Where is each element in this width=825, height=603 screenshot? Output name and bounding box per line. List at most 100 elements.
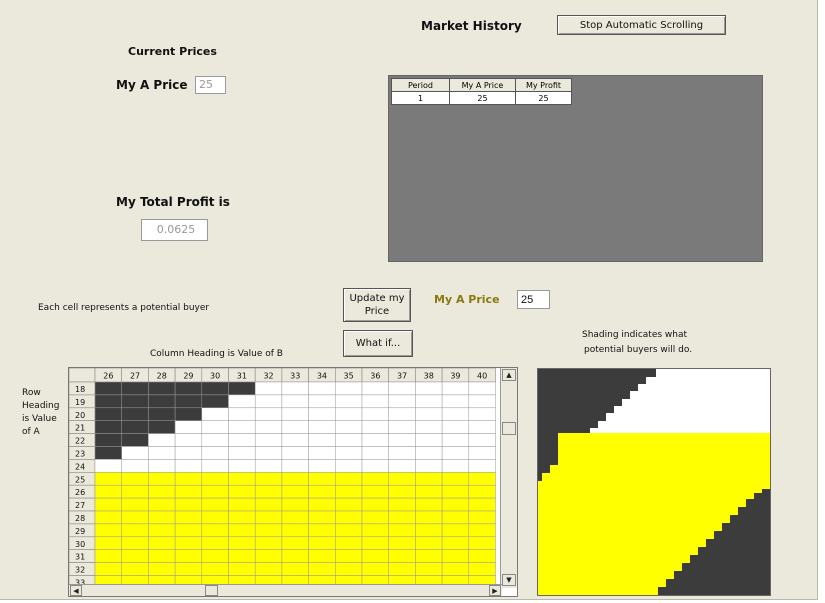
grid-cell[interactable]: [254, 407, 283, 421]
scroll-down-arrow-icon[interactable]: ▼: [502, 574, 516, 586]
grid-cell[interactable]: [254, 484, 283, 499]
grid-cell[interactable]: [308, 536, 336, 550]
grid-cell[interactable]: [254, 472, 283, 486]
stop-scrolling-button[interactable]: Stop Automatic Scrolling: [557, 15, 726, 35]
grid-cell[interactable]: [174, 562, 203, 576]
grid-cell[interactable]: [361, 484, 389, 499]
grid-cell[interactable]: [335, 549, 363, 563]
grid-cell[interactable]: [94, 484, 122, 499]
grid-cell[interactable]: [174, 394, 203, 409]
grid-cell[interactable]: [335, 510, 363, 525]
grid-cell[interactable]: [281, 510, 309, 525]
grid-cell[interactable]: [228, 407, 256, 421]
grid-cell[interactable]: [94, 536, 122, 550]
grid-cell[interactable]: [415, 484, 443, 499]
grid-cell[interactable]: [254, 497, 283, 512]
grid-cell[interactable]: [148, 562, 176, 576]
grid-cell[interactable]: [201, 459, 229, 473]
grid-cell[interactable]: [388, 446, 416, 460]
grid-cell[interactable]: [254, 536, 283, 550]
grid-cell[interactable]: [361, 433, 389, 447]
grid-cell[interactable]: [121, 381, 149, 396]
grid-cell[interactable]: [228, 523, 256, 538]
grid-cell[interactable]: [361, 381, 389, 396]
grid-cell[interactable]: [468, 459, 496, 473]
grid-cell[interactable]: [335, 381, 363, 396]
grid-cell[interactable]: [415, 536, 443, 550]
grid-cell[interactable]: [254, 446, 283, 460]
grid-cell[interactable]: [121, 446, 149, 460]
grid-cell[interactable]: [174, 497, 203, 512]
grid-cell[interactable]: [254, 549, 283, 563]
grid-cell[interactable]: [308, 497, 336, 512]
grid-cell[interactable]: [308, 433, 336, 447]
grid-cell[interactable]: [361, 420, 389, 434]
grid-cell[interactable]: [174, 523, 203, 538]
scroll-right-arrow-icon[interactable]: ▶: [489, 585, 501, 596]
grid-cell[interactable]: [121, 472, 149, 486]
grid-cell[interactable]: [468, 549, 496, 563]
grid-cell[interactable]: [281, 497, 309, 512]
grid-cell[interactable]: [415, 407, 443, 421]
grid-cell[interactable]: [174, 484, 203, 499]
grid-cell[interactable]: [228, 549, 256, 563]
grid-cell[interactable]: [415, 381, 443, 396]
grid-cell[interactable]: [335, 459, 363, 473]
grid-cell[interactable]: [148, 394, 176, 409]
grid-cell[interactable]: [335, 446, 363, 460]
grid-cell[interactable]: [415, 433, 443, 447]
grid-cell[interactable]: [148, 459, 176, 473]
grid-cell[interactable]: [121, 549, 149, 563]
grid-cell[interactable]: [254, 459, 283, 473]
grid-cell[interactable]: [281, 420, 309, 434]
grid-cell[interactable]: [148, 420, 176, 434]
grid-cell[interactable]: [94, 381, 122, 396]
grid-cell[interactable]: [174, 433, 203, 447]
grid-cell[interactable]: [388, 562, 416, 576]
grid-cell[interactable]: [468, 472, 496, 486]
update-price-button[interactable]: Update my Price: [343, 288, 411, 322]
grid-cell[interactable]: [441, 536, 470, 550]
grid-cell[interactable]: [228, 510, 256, 525]
grid-cell[interactable]: [468, 407, 496, 421]
grid-cell[interactable]: [228, 562, 256, 576]
grid-cell[interactable]: [94, 497, 122, 512]
grid-cell[interactable]: [388, 433, 416, 447]
grid-cell[interactable]: [361, 459, 389, 473]
grid-cell[interactable]: [361, 536, 389, 550]
grid-cell[interactable]: [121, 497, 149, 512]
grid-cell[interactable]: [148, 523, 176, 538]
grid-cell[interactable]: [335, 472, 363, 486]
grid-cell[interactable]: [415, 472, 443, 486]
grid-cell[interactable]: [148, 446, 176, 460]
grid-cell[interactable]: [308, 549, 336, 563]
grid-cell[interactable]: [281, 549, 309, 563]
grid-cell[interactable]: [201, 562, 229, 576]
grid-cell[interactable]: [441, 459, 470, 473]
grid-cell[interactable]: [174, 536, 203, 550]
grid-cell[interactable]: [201, 381, 229, 396]
grid-cell[interactable]: [308, 459, 336, 473]
grid-cell[interactable]: [308, 420, 336, 434]
grid-cell[interactable]: [201, 497, 229, 512]
grid-cell[interactable]: [441, 523, 470, 538]
grid-cell[interactable]: [308, 446, 336, 460]
grid-cell[interactable]: [228, 536, 256, 550]
grid-cell[interactable]: [361, 562, 389, 576]
grid-cell[interactable]: [94, 510, 122, 525]
grid-cell[interactable]: [441, 381, 470, 396]
grid-cell[interactable]: [174, 549, 203, 563]
grid-cell[interactable]: [308, 523, 336, 538]
grid-cell[interactable]: [94, 407, 122, 421]
grid-cell[interactable]: [148, 472, 176, 486]
grid-cell[interactable]: [361, 446, 389, 460]
grid-cell[interactable]: [121, 562, 149, 576]
grid-cell[interactable]: [468, 497, 496, 512]
grid-cell[interactable]: [281, 381, 309, 396]
grid-cell[interactable]: [121, 459, 149, 473]
grid-cell[interactable]: [228, 433, 256, 447]
grid-cell[interactable]: [468, 536, 496, 550]
grid-cell[interactable]: [201, 484, 229, 499]
grid-cell[interactable]: [468, 562, 496, 576]
grid-cell[interactable]: [201, 420, 229, 434]
